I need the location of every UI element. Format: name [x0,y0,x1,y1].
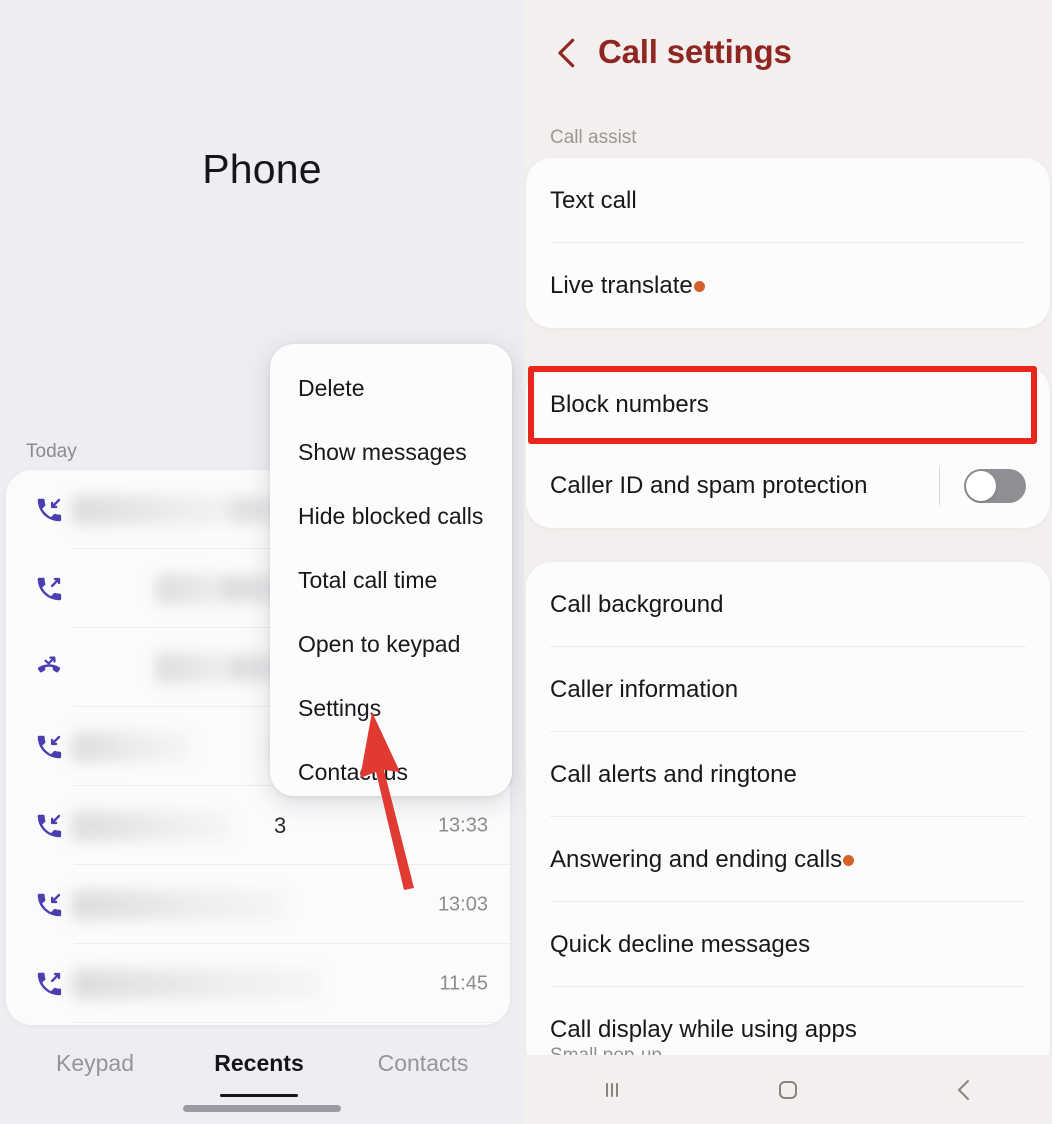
screenshot-root: Phone Today 3 13:33 13:03 11:45 Delete S… [0,0,1052,1124]
recents-nav-icon[interactable] [582,1070,642,1110]
home-nav-icon[interactable] [758,1070,818,1110]
outgoing-call-icon [34,574,64,604]
tab-recents-label: Recents [214,1050,304,1076]
call-timestamp: 11:45 [439,972,488,994]
toggle-knob [966,471,996,501]
setting-row-text-call[interactable]: Text call [526,158,1050,243]
setting-row-call-alerts-ringtone[interactable]: Call alerts and ringtone [526,732,1050,817]
contact-name-redacted [72,731,192,762]
tab-active-indicator [220,1094,298,1097]
setting-label: Live translate [550,271,693,299]
setting-row-quick-decline-messages[interactable]: Quick decline messages [526,902,1050,987]
menu-item-contact-us[interactable]: Contact us [298,740,512,796]
setting-row-caller-id-spam-protection[interactable]: Caller ID and spam protection [526,444,1050,528]
call-timestamp: 13:03 [437,893,488,915]
section-label-call-assist: Call assist [550,127,637,148]
incoming-call-icon [34,732,64,762]
settings-header: Call settings [524,0,1052,106]
new-badge-dot [843,855,855,866]
call-list-item[interactable]: 11:45 [6,944,510,1023]
incoming-call-icon [34,890,64,920]
setting-label: Quick decline messages [550,930,811,958]
bottom-tab-bar: Keypad Recents Contacts [0,1028,524,1124]
setting-label: Block numbers [550,391,709,418]
tab-recents[interactable]: Recents [188,1050,330,1097]
menu-item-hide-blocked-calls[interactable]: Hide blocked calls [298,484,512,548]
overflow-menu: Delete Show messages Hide blocked calls … [270,344,512,796]
menu-item-total-call-time[interactable]: Total call time [298,548,512,612]
settings-group-call-options: Call background Caller information Call … [526,562,1050,1074]
setting-label: Call display while using apps [550,1015,857,1043]
android-navigation-bar [524,1055,1052,1124]
setting-label: Caller information [550,675,739,703]
call-count-badge: 3 [274,812,287,838]
call-settings-pane: Call settings Call assist Text call Live… [524,0,1052,1124]
tab-contacts-label: Contacts [377,1050,469,1076]
missed-call-icon [34,653,64,683]
setting-row-caller-information[interactable]: Caller information [526,647,1050,732]
setting-row-answering-ending-calls[interactable]: Answering and ending calls [526,817,1050,902]
contact-name-redacted [72,889,287,920]
incoming-call-icon [34,811,64,841]
new-badge-dot [693,281,705,292]
contact-name-redacted [72,810,232,841]
tab-keypad-label: Keypad [55,1050,134,1076]
setting-row-live-translate[interactable]: Live translate [526,243,1050,328]
call-list-section-header: Today [26,441,77,462]
home-gesture-indicator[interactable] [183,1105,341,1112]
setting-row-call-background[interactable]: Call background [526,562,1050,647]
outgoing-call-icon [34,969,64,999]
setting-label: Call background [550,590,724,618]
menu-item-settings[interactable]: Settings [298,676,512,740]
phone-app-pane: Phone Today 3 13:33 13:03 11:45 Delete S… [0,0,524,1124]
setting-label: Text call [550,186,637,214]
setting-label: Answering and ending calls [550,845,843,873]
settings-group-call-assist: Text call Live translate [526,158,1050,328]
call-list-item[interactable]: 13:03 [6,865,510,944]
menu-item-delete[interactable]: Delete [298,356,512,420]
menu-item-open-to-keypad[interactable]: Open to keypad [298,612,512,676]
settings-page-title: Call settings [598,33,792,70]
chevron-left-icon[interactable] [550,34,584,72]
setting-label: Caller ID and spam protection [550,472,868,499]
call-timestamp: 13:33 [437,814,488,836]
page-title: Phone [202,146,322,192]
incoming-call-icon [34,495,64,525]
tab-contacts[interactable]: Contacts [352,1050,494,1090]
caller-id-toggle[interactable] [939,467,1026,505]
menu-item-show-messages[interactable]: Show messages [298,420,512,484]
setting-row-block-numbers[interactable]: Block numbers [526,366,1050,444]
settings-group-blocking: Block numbers Caller ID and spam protect… [526,366,1050,528]
list-divider [74,1022,510,1023]
toggle-switch-off[interactable] [964,469,1026,503]
setting-label: Call alerts and ringtone [550,760,797,788]
contact-name-redacted [72,968,322,999]
tab-keypad[interactable]: Keypad [24,1050,166,1090]
call-list-item[interactable]: 3 13:33 [6,786,510,865]
toggle-divider [939,467,940,505]
back-nav-icon[interactable] [934,1070,994,1110]
